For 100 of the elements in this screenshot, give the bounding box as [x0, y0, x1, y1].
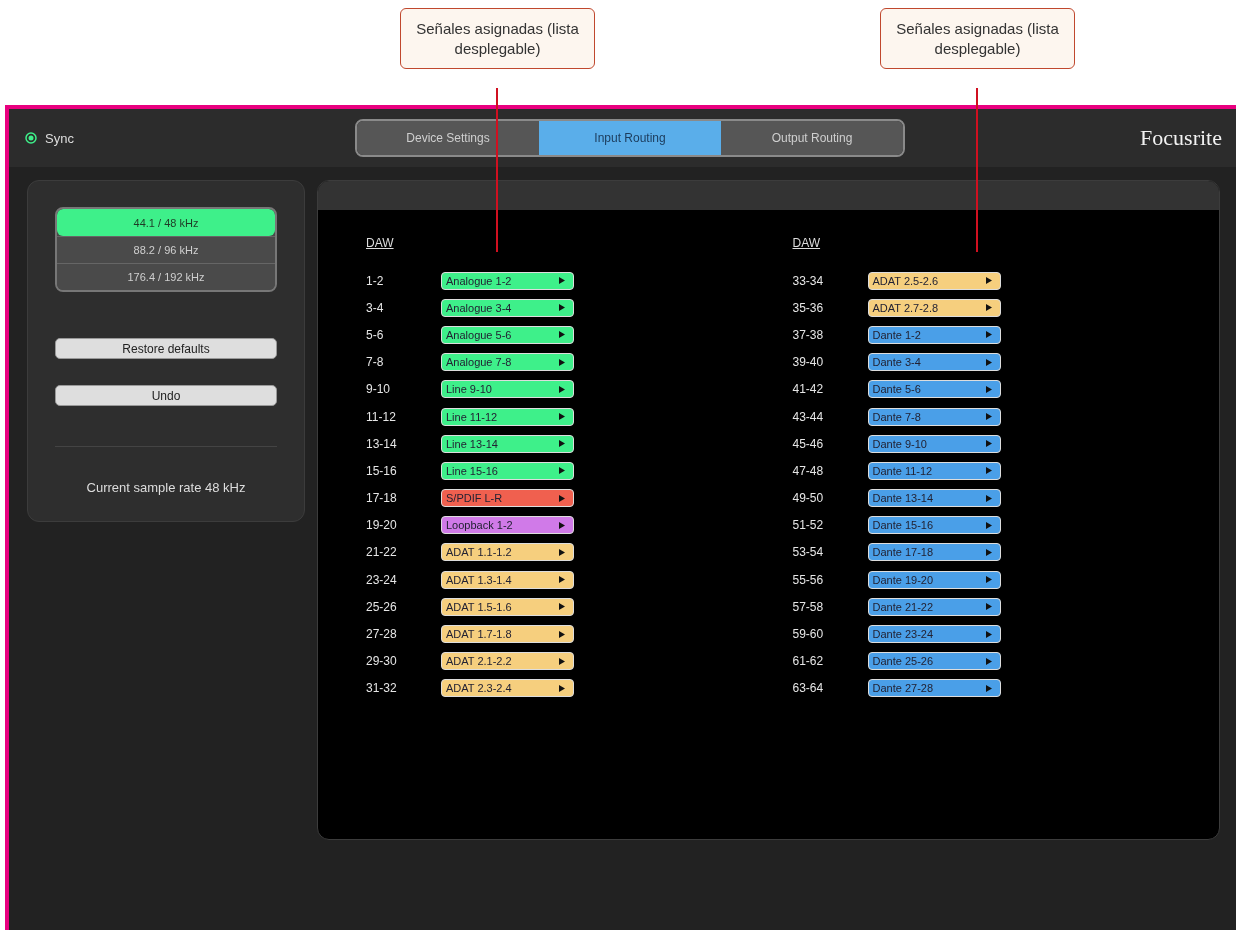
channel-number: 3-4: [366, 300, 385, 315]
tab[interactable]: Output Routing: [721, 121, 903, 155]
channel-number: 63-64: [792, 681, 825, 696]
channel-number: 51-52: [792, 518, 825, 533]
channel-number: 21-22: [366, 545, 398, 560]
caret-icon: [559, 684, 565, 692]
channel-number: 19-20: [366, 518, 398, 533]
caret-icon: [985, 576, 992, 584]
channel-number: 7-8: [366, 355, 385, 370]
source-dropdown[interactable]: Dante 25-26: [867, 652, 1001, 671]
channel-number: 45-46: [792, 436, 825, 451]
undo-button[interactable]: Undo: [55, 385, 277, 406]
caret-icon: [985, 521, 992, 529]
source-dropdown[interactable]: ADAT 2.7-2.8: [867, 298, 1001, 317]
caret-icon: [985, 358, 992, 366]
channel-number: 53-54: [792, 545, 825, 560]
channel-number: 17-18: [366, 491, 398, 506]
source-dropdown[interactable]: Analogue 7-8: [441, 353, 574, 372]
source-dropdown[interactable]: ADAT 1.5-1.6: [441, 597, 574, 616]
channel-number: 29-30: [366, 654, 398, 669]
sync-label: Sync: [45, 130, 74, 146]
sample-rate-option[interactable]: 176.4 / 192 kHz: [57, 263, 275, 290]
caret-icon: [985, 440, 992, 448]
channel-number: 55-56: [792, 572, 825, 587]
channel-number: 11-12: [366, 409, 397, 424]
channel-number: 1-2: [366, 273, 385, 288]
caret-icon: [559, 630, 565, 638]
caret-icon: [985, 467, 992, 475]
caret-icon: [985, 630, 992, 638]
caret-icon: [559, 467, 565, 475]
channel-number: 49-50: [792, 491, 825, 506]
source-dropdown[interactable]: Dante 13-14: [867, 489, 1001, 508]
source-dropdown[interactable]: Dante 15-16: [867, 516, 1001, 535]
caret-icon: [559, 277, 565, 285]
source-dropdown[interactable]: Line 9-10: [441, 380, 574, 399]
channel-number: 23-24: [366, 572, 398, 587]
channel-number: 25-26: [366, 599, 398, 614]
source-dropdown[interactable]: ADAT 2.3-2.4: [441, 679, 574, 698]
channel-number: 47-48: [792, 463, 825, 478]
channel-number: 13-14: [366, 436, 398, 451]
logo: Focusrite: [1140, 125, 1222, 151]
channel-number: 27-28: [366, 627, 398, 642]
source-dropdown[interactable]: Dante 5-6: [867, 380, 1001, 399]
tab[interactable]: Device Settings: [357, 121, 539, 155]
caret-icon: [559, 494, 565, 502]
caret-icon: [559, 657, 565, 665]
caret-icon: [985, 548, 992, 556]
source-dropdown[interactable]: Line 11-12: [441, 407, 574, 426]
callout: Señales asignadas (lista desplegable): [400, 8, 595, 69]
source-dropdown[interactable]: Dante 9-10: [867, 434, 1001, 453]
source-dropdown[interactable]: Dante 17-18: [867, 543, 1001, 562]
column-header: DAW: [792, 236, 822, 250]
caret-icon: [559, 603, 565, 611]
caret-icon: [985, 304, 992, 312]
source-dropdown[interactable]: ADAT 2.1-2.2: [441, 652, 574, 671]
caret-icon: [559, 548, 565, 556]
channel-number: 57-58: [792, 599, 825, 614]
source-dropdown[interactable]: Analogue 3-4: [441, 298, 574, 317]
caret-icon: [559, 331, 565, 339]
source-dropdown[interactable]: S/PDIF L-R: [441, 489, 574, 508]
source-dropdown[interactable]: Loopback 1-2: [441, 516, 574, 535]
callout: Señales asignadas (lista desplegable): [880, 8, 1075, 69]
restore-defaults-button[interactable]: Restore defaults: [55, 338, 277, 359]
source-dropdown[interactable]: ADAT 2.5-2.6: [867, 271, 1001, 290]
source-dropdown[interactable]: ADAT 1.7-1.8: [441, 625, 574, 644]
channel-number: 33-34: [792, 273, 825, 288]
source-dropdown[interactable]: Dante 19-20: [867, 570, 1001, 589]
channel-number: 37-38: [792, 327, 825, 342]
caret-icon: [559, 440, 565, 448]
source-dropdown[interactable]: Dante 23-24: [867, 625, 1001, 644]
sample-rate-option[interactable]: 44.1 / 48 kHz: [57, 209, 275, 236]
caret-icon: [985, 413, 992, 421]
tab[interactable]: Input Routing: [539, 121, 721, 155]
caret-icon: [985, 385, 992, 393]
caret-icon: [985, 494, 992, 502]
caret-icon: [559, 304, 565, 312]
channel-number: 15-16: [366, 463, 398, 478]
channel-number: 9-10: [366, 382, 392, 397]
source-dropdown[interactable]: Dante 27-28: [867, 679, 1001, 698]
source-dropdown[interactable]: ADAT 1.3-1.4: [441, 570, 574, 589]
source-dropdown[interactable]: Line 15-16: [441, 461, 574, 480]
caret-icon: [985, 684, 992, 692]
source-dropdown[interactable]: Analogue 1-2: [441, 271, 574, 290]
source-dropdown[interactable]: Dante 1-2: [867, 325, 1001, 344]
channel-number: 31-32: [366, 681, 398, 696]
caret-icon: [985, 331, 992, 339]
source-dropdown[interactable]: Dante 11-12: [867, 461, 1001, 480]
caret-icon: [985, 277, 992, 285]
source-dropdown[interactable]: Line 13-14: [441, 434, 574, 453]
source-dropdown[interactable]: Analogue 5-6: [441, 325, 574, 344]
column-header: DAW: [366, 236, 395, 250]
source-dropdown[interactable]: Dante 21-22: [867, 597, 1001, 616]
sample-rate-status: Current sample rate 48 kHz: [85, 480, 247, 495]
channel-number: 43-44: [792, 409, 825, 424]
source-dropdown[interactable]: Dante 3-4: [867, 353, 1001, 372]
channel-number: 35-36: [792, 300, 825, 315]
source-dropdown[interactable]: Dante 7-8: [867, 407, 1001, 426]
caret-icon: [985, 603, 992, 611]
channel-number: 39-40: [792, 355, 825, 370]
source-dropdown[interactable]: ADAT 1.1-1.2: [441, 543, 574, 562]
